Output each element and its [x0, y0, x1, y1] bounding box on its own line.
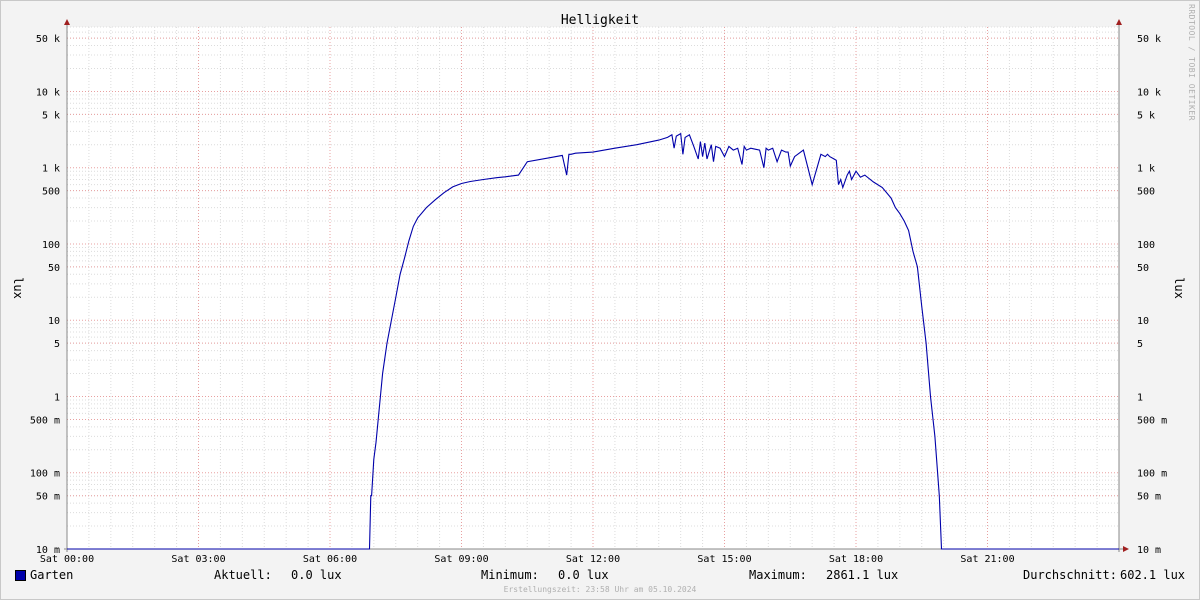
y-tick-label: 10 k: [1137, 87, 1161, 98]
x-tick-label: Sat 18:00: [829, 554, 883, 565]
y-tick-label: 100 m: [30, 469, 60, 480]
y-tick-label: 100: [42, 240, 60, 251]
y-tick-label: 500: [1137, 187, 1155, 198]
x-tick-label: Sat 00:00: [40, 554, 94, 565]
y-tick-label: 50: [1137, 263, 1149, 274]
x-tick-label: Sat 21:00: [960, 554, 1014, 565]
legend-avg-label: Durchschnitt:: [1023, 568, 1117, 582]
creation-timestamp: Erstellungszeit: 23:58 Uhr am 05.10.2024: [503, 585, 697, 594]
legend-series-name: Garten: [30, 568, 74, 582]
chart-canvas: 10 m 50 m 100 m 500 m 1 5 10 50 100 500 1 k 5 k 10 k…: [11, 13, 1186, 565]
legend-max-label: Maximum:: [749, 568, 807, 582]
y-tick-label: 1: [54, 392, 60, 403]
y-tick-label: 100: [1137, 240, 1155, 251]
legend: Garten Aktuell: 0.0 lux Minimum: 0.0 lux…: [0, 568, 1200, 584]
y-tick-label: 50 k: [36, 34, 60, 45]
y-tick-label: 500 m: [1137, 415, 1167, 426]
y-tick-label: 50 k: [1137, 34, 1161, 45]
legend-avg-value: 602.1 lux: [1120, 568, 1186, 582]
y-tick-label: 100 m: [1137, 469, 1167, 480]
y-tick-label: 10 k: [36, 87, 60, 98]
y-axis-left-arrow: [64, 19, 70, 25]
y-tick-label: 500 m: [30, 415, 60, 426]
y-axis-left-ticks: 10 m50 m100 m500 m1510501005001 k5 k10 k…: [30, 34, 60, 556]
x-axis-arrow: [1123, 546, 1129, 552]
y-tick-label: 10: [48, 316, 60, 327]
x-tick-label: Sat 12:00: [566, 554, 620, 565]
x-axis-ticks: Sat 00:00 Sat 03:00 Sat 06:00 Sat 09:00 Sat …: [40, 554, 1015, 565]
y-axis-right-arrow: [1116, 19, 1122, 25]
y-tick-label: 500: [42, 187, 60, 198]
x-tick-label: Sat 03:00: [171, 554, 225, 565]
y-tick-label: 5: [1137, 339, 1143, 350]
legend-min-value: 0.0 lux: [558, 568, 609, 582]
y-tick-label: 1 k: [1137, 164, 1155, 175]
legend-current-label: Aktuell:: [214, 568, 272, 582]
y-tick-label: 50 m: [36, 492, 60, 503]
legend-min-label: Minimum:: [481, 568, 539, 582]
y-tick-label: 1 k: [42, 164, 60, 175]
y-tick-label: 10 m: [1137, 545, 1161, 556]
x-tick-label: Sat 06:00: [303, 554, 357, 565]
y-tick-label: 50: [48, 263, 60, 274]
legend-swatch: [15, 570, 26, 581]
x-tick-label: Sat 09:00: [434, 554, 488, 565]
y-tick-label: 5 k: [42, 110, 60, 121]
y-tick-label: 1: [1137, 392, 1143, 403]
y-tick-label: 10: [1137, 316, 1149, 327]
chart-title: Helligkeit: [561, 13, 639, 28]
y-axis-label-right: lux: [1172, 277, 1186, 299]
legend-current-value: 0.0 lux: [291, 568, 342, 582]
y-axis-right-ticks: 10 m 50 m 100 m 500 m 1 5 10 50 100 500 1 k 5 k 10 k…: [1137, 34, 1167, 556]
y-tick-label: 5: [54, 339, 60, 350]
legend-max-value: 2861.1 lux: [826, 568, 899, 582]
rrdtool-watermark: RRDTOOL / TOBI OETIKER: [1187, 4, 1196, 121]
x-tick-label: Sat 15:00: [697, 554, 751, 565]
y-axis-label-left: lux: [11, 277, 25, 299]
y-tick-label: 5 k: [1137, 110, 1155, 121]
y-tick-label: 50 m: [1137, 492, 1161, 503]
